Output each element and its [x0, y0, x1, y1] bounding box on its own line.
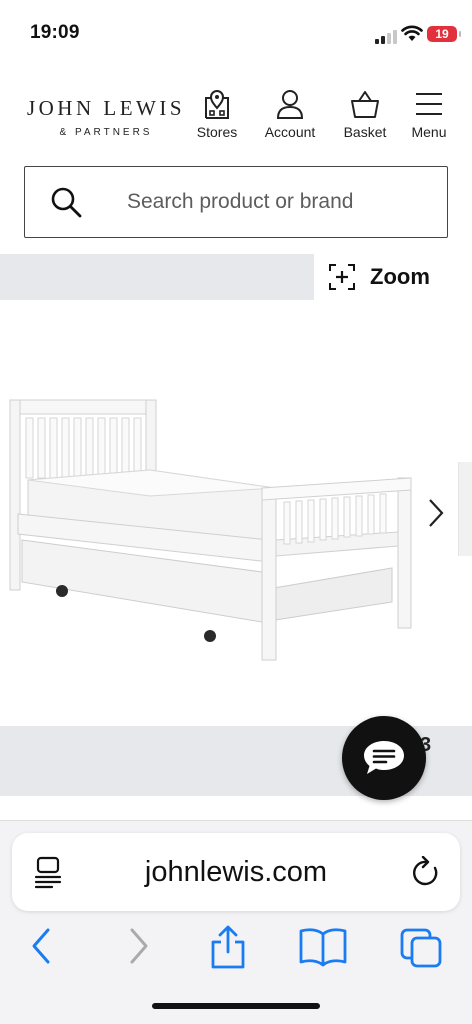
- bed-image: [9, 399, 412, 661]
- stores-button[interactable]: Stores: [181, 88, 253, 140]
- cellular-signal-icon: [375, 30, 397, 44]
- chat-button[interactable]: [342, 716, 426, 800]
- reload-button[interactable]: [410, 855, 442, 895]
- bookmarks-icon: [299, 928, 347, 967]
- store-pin-icon: [205, 90, 229, 119]
- menu-icon: [416, 93, 442, 115]
- basket-icon: [351, 91, 379, 118]
- wifi-icon: [401, 25, 423, 47]
- account-label: Account: [264, 124, 316, 140]
- reload-icon: [413, 855, 438, 886]
- search-input[interactable]: [127, 190, 427, 214]
- product-image[interactable]: [0, 300, 472, 726]
- stores-label: Stores: [196, 124, 238, 140]
- reader-mode-button[interactable]: [34, 856, 64, 895]
- status-time: 19:09: [30, 22, 80, 43]
- zoom-button[interactable]: Zoom: [314, 254, 472, 300]
- account-button[interactable]: Account: [254, 88, 326, 140]
- zoom-label: Zoom: [370, 264, 430, 289]
- chat-icon: [364, 741, 404, 774]
- tabs-icon: [400, 928, 442, 968]
- account-icon: [276, 90, 304, 119]
- brand-name: JOHN LEWIS: [26, 96, 186, 120]
- basket-label: Basket: [343, 124, 387, 140]
- page-format-icon: [34, 856, 62, 889]
- menu-label: Menu: [411, 124, 447, 140]
- home-indicator[interactable]: [152, 1003, 320, 1009]
- brand-logo[interactable]: JOHN LEWIS & PARTNERS: [26, 96, 186, 138]
- share-button[interactable]: [208, 924, 248, 975]
- back-button[interactable]: [26, 924, 58, 973]
- search-icon: [51, 187, 82, 218]
- menu-button[interactable]: Menu: [393, 88, 465, 140]
- search-box[interactable]: [24, 166, 448, 238]
- share-icon: [211, 925, 245, 969]
- next-image-preview[interactable]: [458, 462, 472, 556]
- address-bar[interactable]: johnlewis.com: [12, 833, 460, 911]
- chevron-right-icon: [429, 499, 444, 527]
- bookmarks-button[interactable]: [298, 924, 348, 973]
- brand-sub: & PARTNERS: [59, 127, 153, 138]
- tabs-button[interactable]: [398, 924, 446, 973]
- forward-icon: [130, 928, 148, 964]
- back-icon: [32, 928, 50, 964]
- next-image-button[interactable]: [425, 497, 447, 534]
- battery-icon: 19: [427, 26, 461, 42]
- forward-button[interactable]: [122, 924, 154, 973]
- basket-button[interactable]: Basket: [329, 88, 401, 140]
- url-text: johnlewis.com: [144, 855, 328, 888]
- zoom-icon: [329, 264, 355, 290]
